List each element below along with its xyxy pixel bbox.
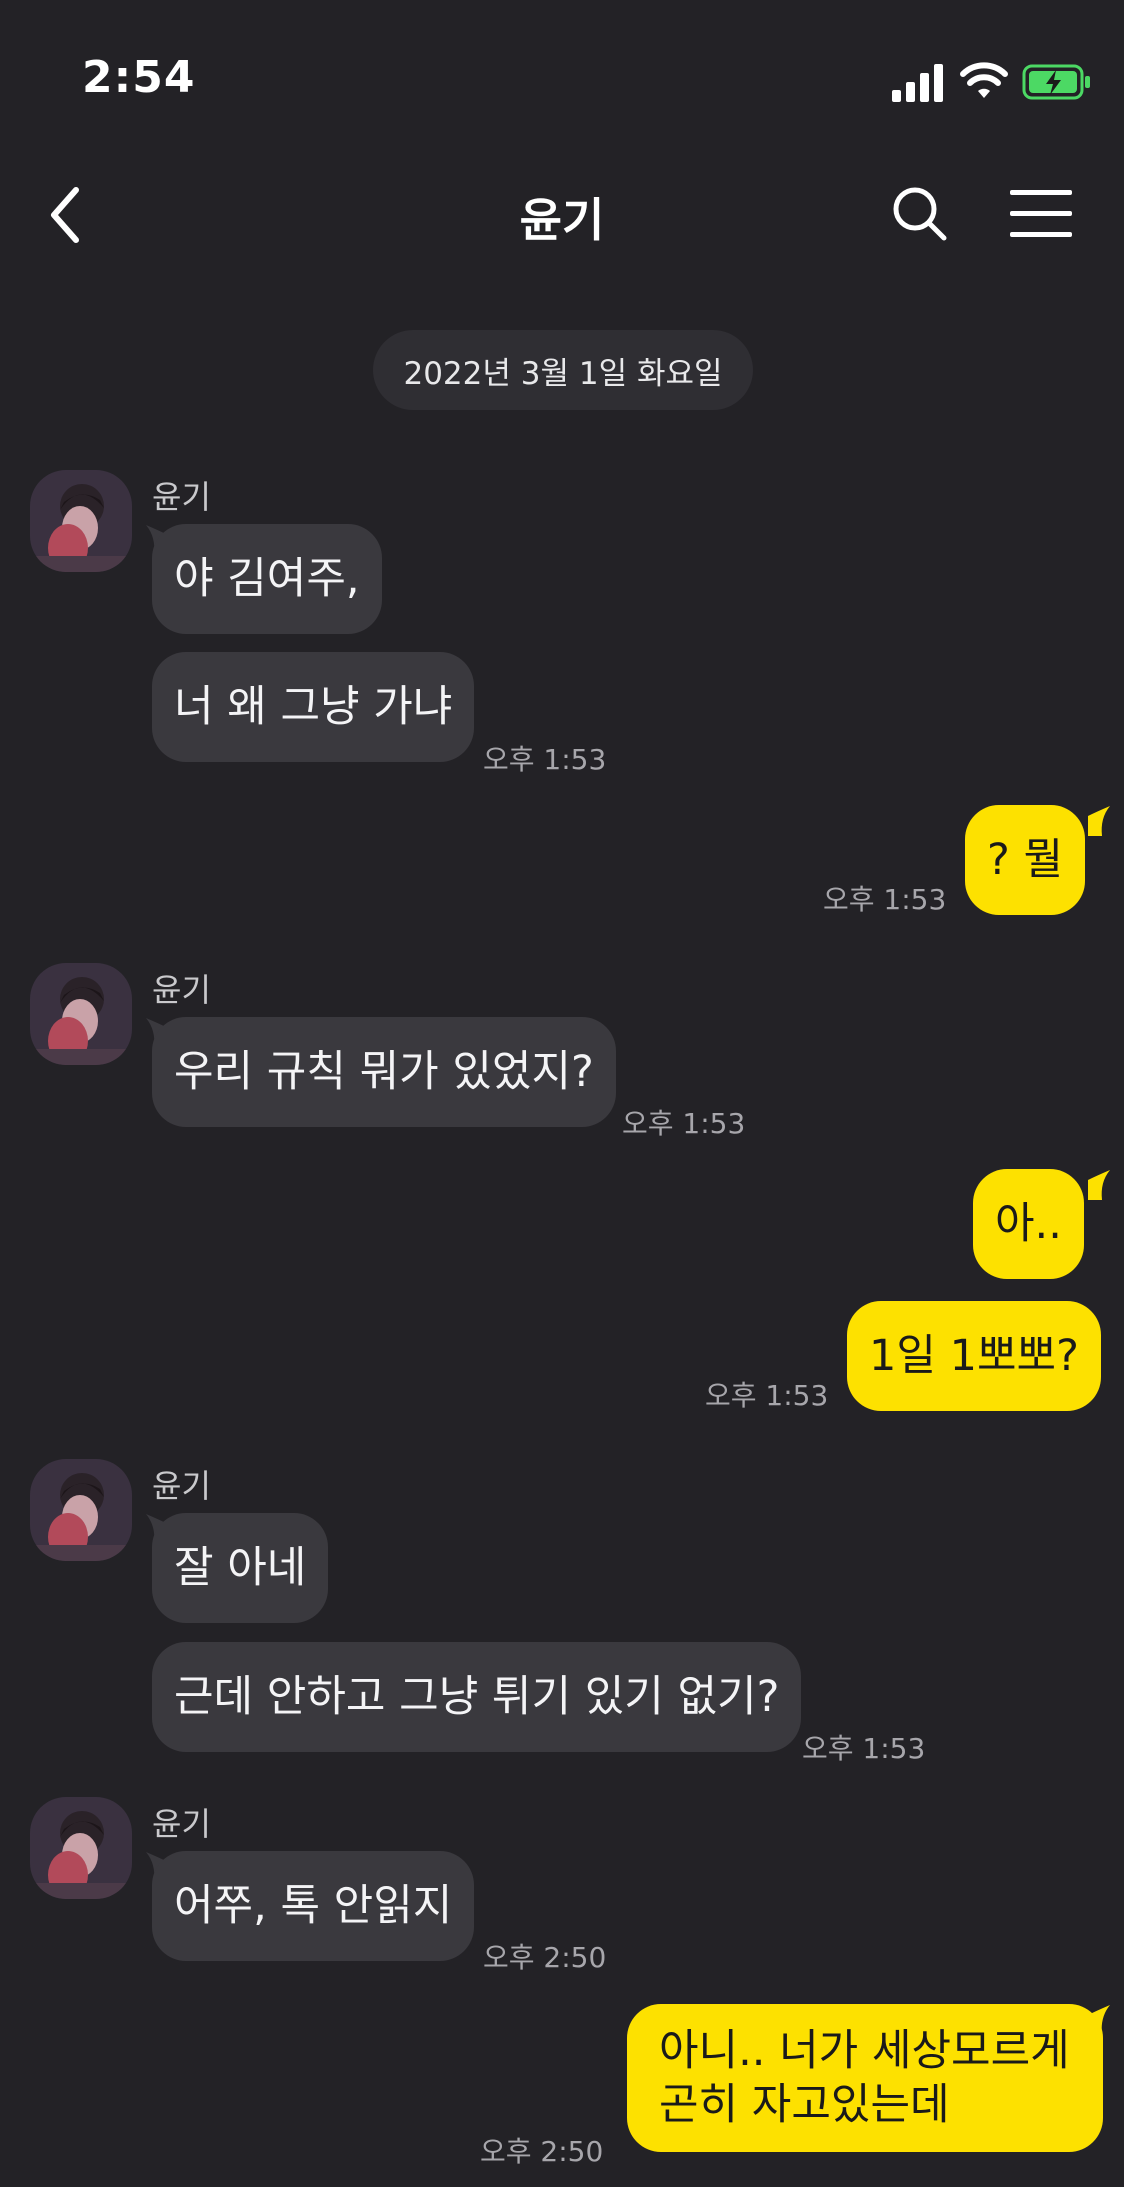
date-divider: 2022년 3월 1일 화요일: [373, 330, 753, 410]
message-timestamp: 오후 2:50: [480, 2135, 604, 2168]
avatar[interactable]: [30, 1459, 132, 1561]
avatar[interactable]: [30, 1797, 132, 1899]
message-line: 아니.. 너가 세상모르게: [659, 2026, 1070, 2076]
message-line: 곤히 자고있는데: [659, 2080, 950, 2130]
wifi-icon: [960, 60, 1008, 100]
cellular-signal-icon: [892, 62, 944, 102]
message-bubble-incoming[interactable]: 우리 규칙 뭐가 있었지?: [152, 1017, 616, 1127]
message-timestamp: 오후 1:53: [802, 1732, 926, 1765]
message-bubble-incoming[interactable]: 너 왜 그냥 가냐: [152, 652, 475, 762]
message-timestamp: 오후 1:53: [622, 1107, 746, 1140]
bubble-tail: [1080, 1170, 1110, 1204]
message-bubble-outgoing[interactable]: 아..: [973, 1169, 1084, 1279]
sender-name: 윤기: [152, 478, 211, 516]
message-timestamp: 오후 1:53: [705, 1379, 829, 1412]
menu-button[interactable]: [1008, 188, 1074, 240]
message-bubble-incoming[interactable]: 어쭈, 톡 안읽지: [152, 1851, 475, 1961]
message-bubble-outgoing[interactable]: 아니.. 너가 세상모르게 곤히 자고있는데: [627, 2004, 1103, 2152]
sender-name: 윤기: [152, 1805, 211, 1843]
avatar[interactable]: [30, 470, 132, 572]
search-button[interactable]: [890, 184, 950, 244]
message-bubble-incoming[interactable]: 야 김여주,: [152, 524, 382, 634]
chat-title: 윤기: [519, 193, 605, 247]
search-icon: [893, 187, 947, 241]
message-timestamp: 오후 1:53: [823, 883, 947, 916]
message-bubble-incoming[interactable]: 잘 아네: [152, 1513, 329, 1623]
sender-name: 윤기: [152, 1467, 211, 1505]
battery-charging-icon: [1022, 62, 1092, 102]
sender-name: 윤기: [152, 971, 211, 1009]
message-timestamp: 오후 1:53: [483, 743, 607, 776]
message-bubble-incoming[interactable]: 근데 안하고 그냥 튀기 있기 없기?: [152, 1642, 802, 1752]
message-bubble-outgoing[interactable]: 1일 1뽀뽀?: [847, 1301, 1101, 1411]
message-timestamp: 오후 2:50: [483, 1941, 607, 1974]
status-time: 2:54: [82, 52, 196, 103]
avatar[interactable]: [30, 963, 132, 1065]
hamburger-menu-icon: [1010, 190, 1072, 237]
message-bubble-outgoing[interactable]: ? 뭘: [965, 805, 1086, 915]
